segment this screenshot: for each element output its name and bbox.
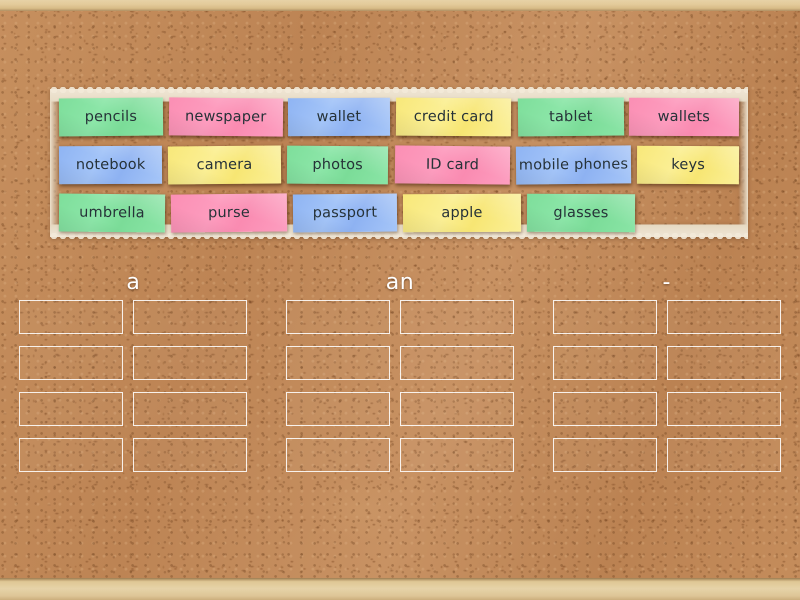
word-tile[interactable]: umbrella	[58, 193, 166, 233]
word-tile-label: mobile phones	[518, 156, 628, 174]
group-label: a	[126, 270, 141, 295]
board-frame-top	[0, 0, 800, 11]
word-tile[interactable]: ID card	[394, 145, 510, 185]
cork-board: pencils newspaper wallet credit card tab…	[0, 0, 800, 600]
word-tile-label: passport	[312, 204, 378, 222]
tile-row: notebook camera photos ID card mobile ph…	[56, 143, 742, 187]
word-tile-label: camera	[196, 156, 253, 174]
word-tile-label: pencils	[84, 108, 138, 126]
word-tile[interactable]: credit card	[396, 97, 512, 137]
word-tile-label: apple	[441, 204, 483, 222]
drop-slot[interactable]	[133, 392, 248, 426]
drop-slot[interactable]	[133, 300, 248, 334]
drop-slot[interactable]	[552, 392, 657, 426]
word-tile[interactable]: photos	[287, 145, 389, 185]
word-tile[interactable]: mobile phones	[515, 145, 631, 185]
drop-slot[interactable]	[400, 346, 514, 380]
drop-slot[interactable]	[286, 346, 390, 380]
drop-slot-grid	[552, 300, 781, 472]
word-tile-label: ID card	[425, 156, 479, 174]
drop-groups: a an -	[0, 268, 800, 508]
board-frame-bottom	[0, 578, 800, 600]
word-tile[interactable]: wallet	[288, 97, 391, 137]
word-tile[interactable]: glasses	[526, 193, 636, 233]
word-tile[interactable]: apple	[402, 193, 522, 233]
word-tile[interactable]: pencils	[58, 97, 163, 137]
drop-slot[interactable]	[400, 300, 514, 334]
drop-group-dash: -	[533, 268, 800, 508]
drop-slot-grid	[19, 300, 248, 472]
word-tile-label: wallet	[316, 108, 362, 126]
group-label: an	[385, 270, 415, 295]
drop-slot[interactable]	[666, 346, 781, 380]
tile-row: umbrella purse passport apple glasses	[56, 191, 742, 235]
word-tile[interactable]: wallets	[629, 97, 740, 137]
word-tile[interactable]: keys	[636, 145, 740, 185]
drop-slot[interactable]	[666, 438, 781, 472]
drop-slot[interactable]	[552, 346, 657, 380]
drop-group-an: an	[267, 268, 534, 508]
drop-slot[interactable]	[552, 438, 657, 472]
drop-slot[interactable]	[286, 438, 390, 472]
drop-slot[interactable]	[133, 346, 248, 380]
word-tile[interactable]: newspaper	[168, 97, 283, 137]
word-tile[interactable]: passport	[292, 193, 398, 233]
word-tile-label: purse	[207, 204, 251, 222]
tile-row: pencils newspaper wallet credit card tab…	[56, 95, 742, 139]
word-tiles-tray: pencils newspaper wallet credit card tab…	[50, 87, 748, 239]
drop-group-a: a	[0, 268, 267, 508]
drop-slot[interactable]	[19, 438, 124, 472]
word-tile-label: wallets	[657, 108, 711, 126]
group-label: -	[662, 270, 671, 295]
drop-slot[interactable]	[19, 392, 124, 426]
word-tile-label: credit card	[413, 108, 494, 126]
drop-slot[interactable]	[666, 300, 781, 334]
drop-slot[interactable]	[666, 392, 781, 426]
drop-slot[interactable]	[400, 438, 514, 472]
drop-slot[interactable]	[400, 392, 514, 426]
word-tile[interactable]: camera	[168, 145, 282, 185]
drop-slot[interactable]	[19, 346, 124, 380]
word-tile-label: notebook	[75, 156, 146, 174]
drop-slot-grid	[286, 300, 514, 472]
drop-slot[interactable]	[286, 300, 390, 334]
word-tile-label: photos	[312, 156, 364, 174]
word-tile[interactable]: tablet	[517, 97, 624, 137]
word-tile-label: glasses	[553, 204, 609, 222]
drop-slot[interactable]	[19, 300, 124, 334]
word-tile-label: keys	[670, 156, 705, 174]
drop-slot[interactable]	[552, 300, 657, 334]
word-tile[interactable]: notebook	[58, 145, 163, 185]
word-tile-label: umbrella	[79, 204, 145, 222]
word-tile[interactable]: purse	[170, 193, 288, 233]
drop-slot[interactable]	[133, 438, 248, 472]
word-tile-label: tablet	[548, 108, 593, 126]
word-tile-label: newspaper	[184, 108, 267, 126]
drop-slot[interactable]	[286, 392, 390, 426]
